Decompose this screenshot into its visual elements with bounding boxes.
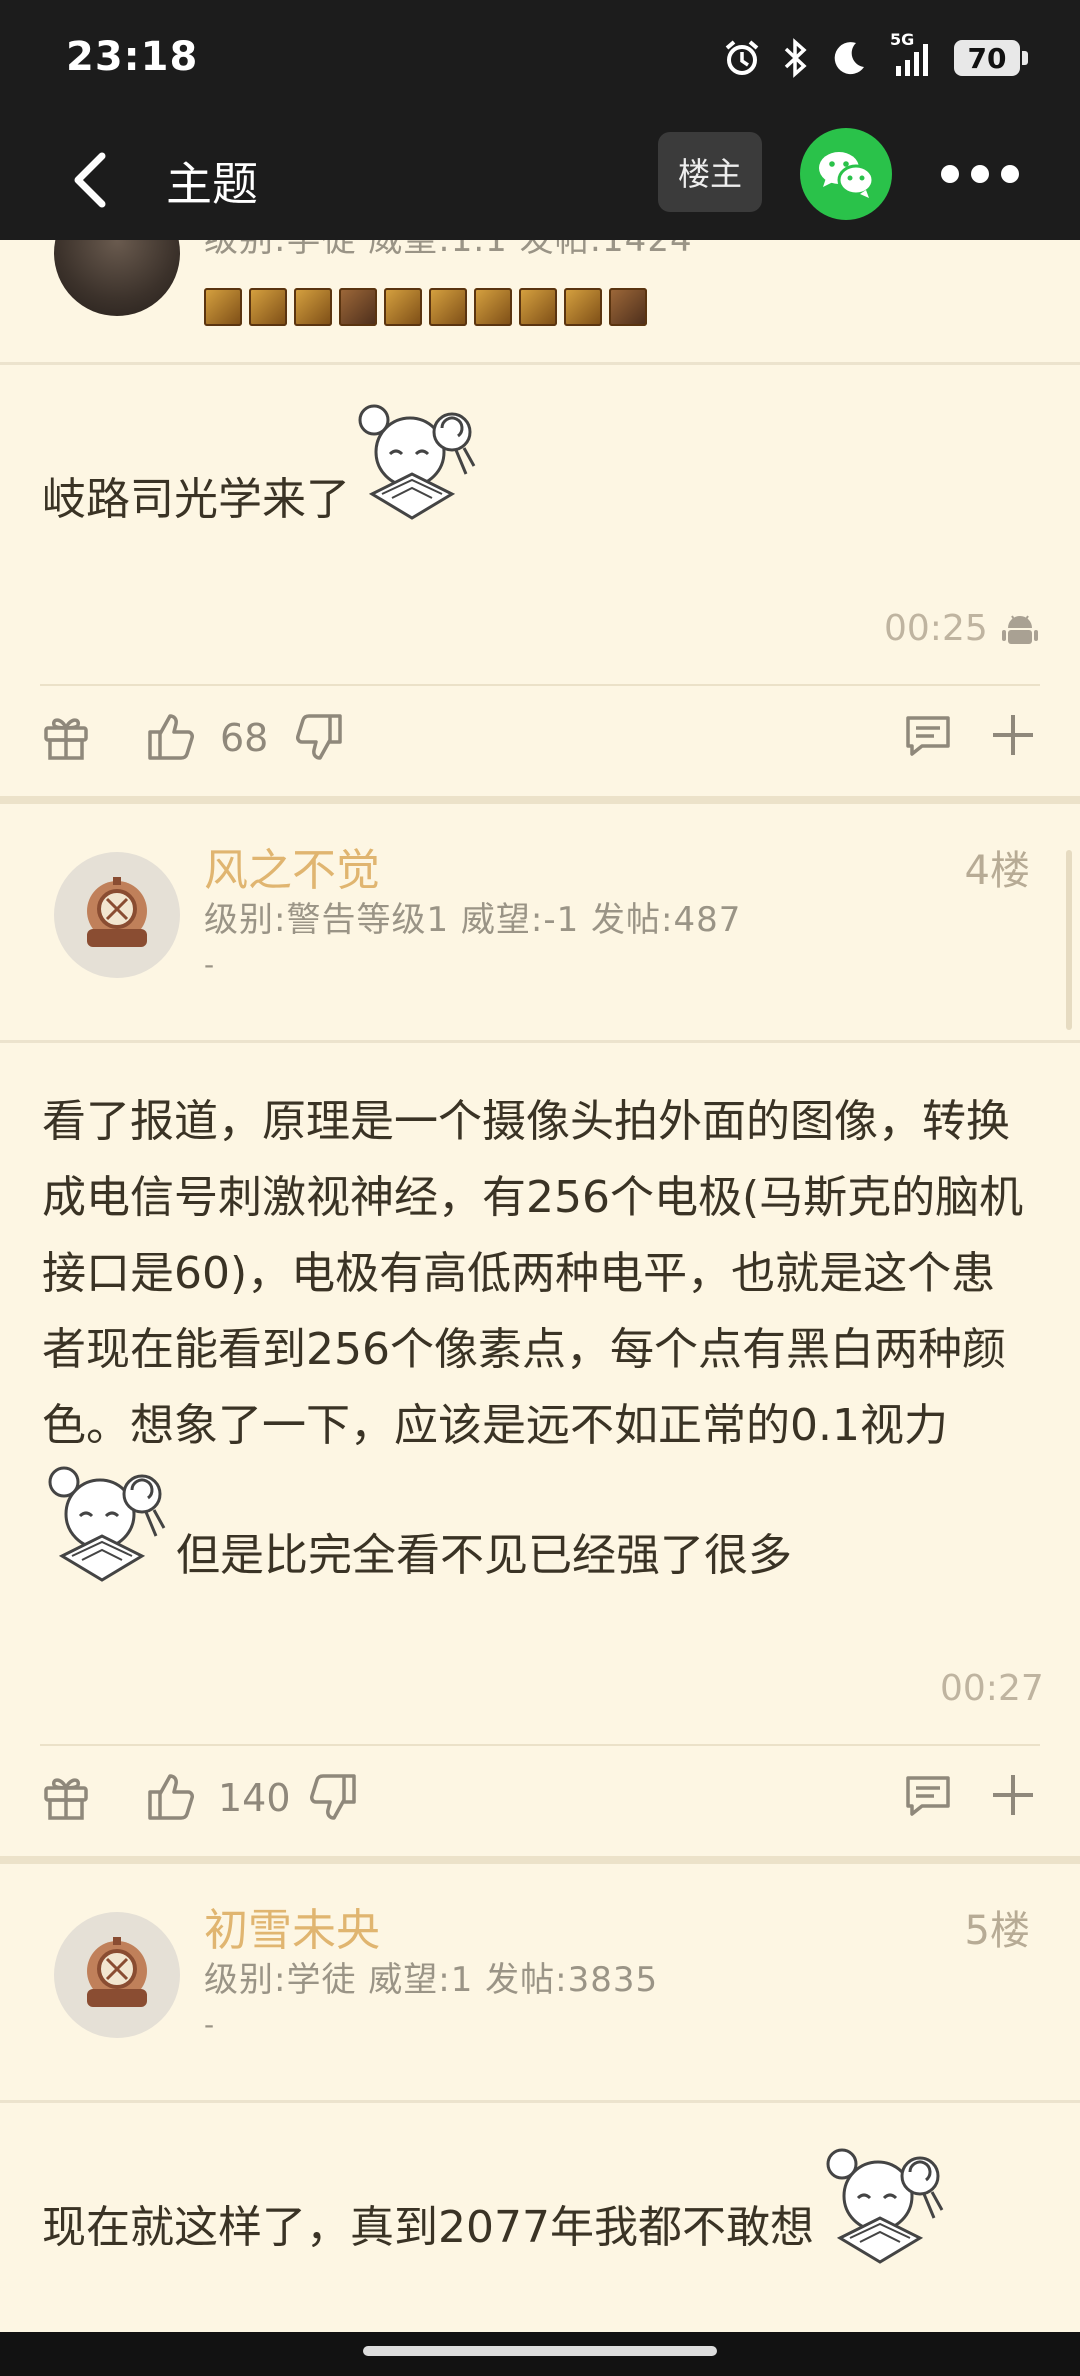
moon-icon [834,42,864,75]
more-icon [941,165,959,183]
user-info: 级别:学徒 威望:1.1 发帖:1424 [204,240,693,260]
upvote-button[interactable] [144,1768,200,1824]
op-only-button[interactable]: 楼主 [658,132,762,212]
thumbs-up-icon [148,714,194,760]
thumbs-down-icon [296,714,342,760]
post-text-tail: 但是比完全看不见已经强了很多 [176,1530,792,1581]
comment-button[interactable] [902,710,954,762]
post-separator [0,1856,1080,1864]
post-separator [0,796,1080,804]
badge-icon [609,288,647,326]
alarm-icon [725,40,759,75]
user-info: 级别:学徒 威望:1 发帖:3835 [204,1960,659,2000]
user-badges [204,288,647,326]
divider [40,684,1040,686]
user-avatar[interactable] [54,240,180,316]
wechat-icon [819,152,875,198]
post-text-line: 看了报道，原理是一个摄像头拍外面的图像，转换 [42,1096,1010,1147]
sticker-icon [48,1466,166,1582]
downvote-button[interactable] [290,710,346,766]
page-title: 主题 [166,157,258,211]
thumbs-down-icon [310,1774,356,1820]
reply-more-button[interactable] [988,710,1038,760]
floor-number: 5楼 [964,1908,1030,1954]
sticker-icon [826,2148,944,2264]
badge-icon [339,288,377,326]
back-icon [74,152,106,208]
username[interactable]: 初雪未央 [204,1894,380,1958]
more-icon-dot [971,165,989,183]
username[interactable]: 风之不觉 [204,834,380,898]
bluetooth-icon [784,38,807,78]
badge-icon [429,288,467,326]
post-content: 看了报道，原理是一个摄像头拍外面的图像，转换 成电信号刺激视神经，有256个电极… [42,1084,1042,1464]
status-time: 23:18 [66,34,199,80]
divider [0,362,1080,365]
android-icon [1002,615,1038,644]
diver-helmet-icon [87,1937,147,2007]
post-text: 岐路司光学来了 [42,474,350,525]
post-text-line: 者现在能看到256个像素点，每个点有黑白两种颜 [42,1324,1006,1375]
comment-icon [906,716,950,756]
downvote-button[interactable] [304,1770,360,1826]
plus-icon [993,1775,1033,1815]
badge-icon [474,288,512,326]
post-time: 00:25 [884,608,988,649]
divider [0,1040,1080,1043]
status-bar: 23:18 5G 70 [0,0,1080,118]
wechat-share-button[interactable] [800,128,892,220]
diver-helmet-icon [87,877,147,947]
post-text-line: 色。想象了一下，应该是远不如正常的0.1视力 [42,1400,948,1451]
gift-button[interactable] [40,1770,92,1822]
divider [0,2100,1080,2103]
divider [40,1744,1040,1746]
post-time: 00:27 [940,1668,1044,1709]
post-content: 岐路司光学来了 [42,462,1042,538]
status-icons: 5G 70 [722,30,1028,82]
upvote-button[interactable] [144,708,200,764]
gift-button[interactable] [40,710,92,762]
badge-icon [249,288,287,326]
more-icon-dot [1001,165,1019,183]
floor-number: 4楼 [964,848,1030,894]
user-info: 级别:警告等级1 威望:-1 发帖:487 [204,900,742,940]
post-text: 现在就这样了，真到2077年我都不敢想 [42,2202,814,2253]
post-text-line: 接口是60)，电极有高低两种电平，也就是这个患 [42,1248,996,1299]
gift-icon [44,1778,88,1820]
battery-icon: 70 [954,40,1028,76]
badge-icon [519,288,557,326]
post-text-line: 成电信号刺激视神经，有256个电极(马斯克的脑机 [42,1172,1024,1223]
user-avatar[interactable] [54,852,180,978]
badge-icon [384,288,422,326]
reply-more-button[interactable] [988,1770,1038,1820]
comment-icon [906,1776,950,1816]
more-button[interactable] [930,142,1030,206]
signal-icon: 5G [888,30,934,78]
scrollbar-thumb[interactable] [1066,850,1072,1030]
sticker-icon [358,404,476,520]
user-signature: - [204,2008,215,2041]
home-indicator[interactable] [363,2346,717,2356]
user-signature: - [204,948,215,981]
like-count: 68 [220,716,269,760]
reply-feed[interactable]: 级别:学徒 威望:1.1 发帖:1424 岐路司光学来了 00:25 68 风之… [0,240,1080,2332]
thumbs-up-icon [148,1774,194,1820]
app-bar: 主题 楼主 [0,118,1080,240]
badge-icon [294,288,332,326]
comment-button[interactable] [902,1770,954,1822]
like-count: 140 [218,1776,291,1820]
back-button[interactable] [50,140,130,220]
plus-icon [993,715,1033,755]
gift-icon [44,718,88,760]
badge-icon [564,288,602,326]
battery-level: 70 [967,41,1007,75]
gesture-bar [0,2332,1080,2376]
user-avatar[interactable] [54,1912,180,2038]
badge-icon [204,288,242,326]
